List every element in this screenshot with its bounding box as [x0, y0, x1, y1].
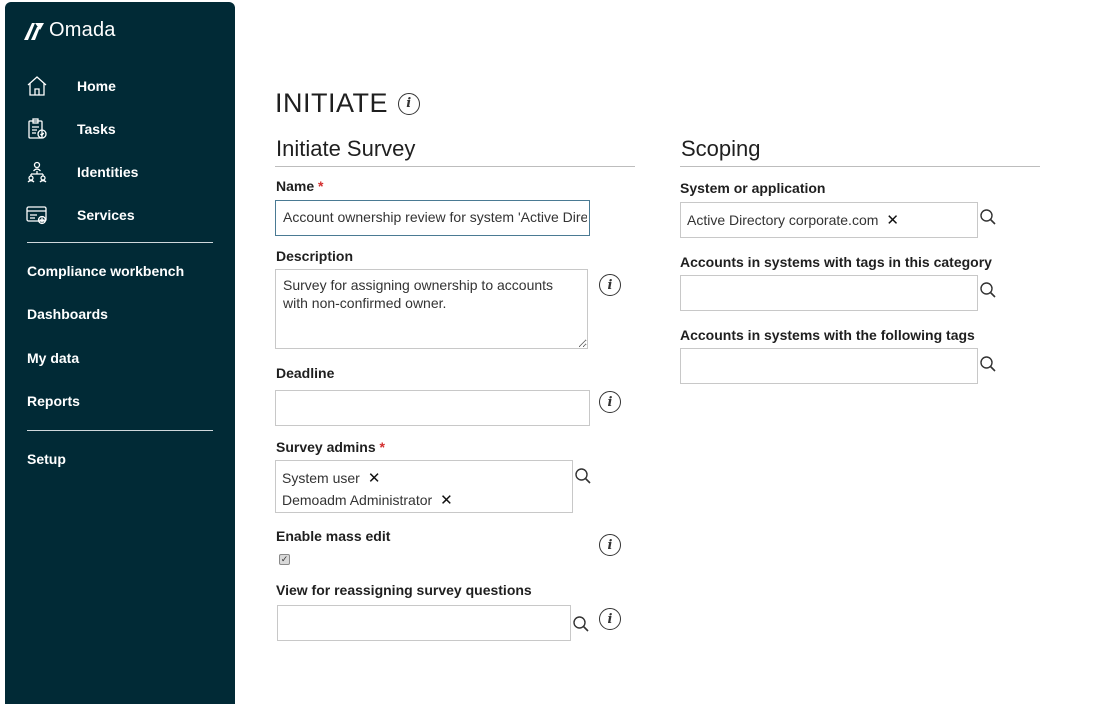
- sidebar-item-home[interactable]: Home: [25, 74, 116, 98]
- required-marker: *: [379, 439, 385, 455]
- sidebar-item-label: Services: [77, 207, 135, 223]
- sidebar-item-services[interactable]: Services: [25, 203, 135, 227]
- admin-tag: Demoadm Administrator ✕: [282, 491, 453, 509]
- mass-edit-checkbox[interactable]: ✓: [279, 554, 290, 565]
- sidebar-divider: [27, 242, 213, 243]
- search-icon[interactable]: [572, 615, 590, 633]
- logo-text: Omada: [49, 19, 116, 41]
- info-icon[interactable]: i: [599, 391, 621, 413]
- sidebar-link-dashboards[interactable]: Dashboards: [27, 306, 108, 322]
- info-icon[interactable]: i: [599, 534, 621, 556]
- following-tags-label: Accounts in systems with the following t…: [680, 327, 975, 343]
- sidebar-link-my-data[interactable]: My data: [27, 350, 79, 366]
- description-textarea[interactable]: Survey for assigning ownership to accoun…: [275, 269, 588, 349]
- remove-tag-icon[interactable]: ✕: [886, 211, 899, 229]
- required-marker: *: [318, 178, 324, 194]
- sidebar-item-label: Tasks: [77, 121, 116, 137]
- remove-tag-icon[interactable]: ✕: [368, 469, 381, 487]
- sidebar-item-tasks[interactable]: Tasks: [25, 117, 116, 141]
- page-title: INITIATE i: [275, 88, 421, 119]
- admin-tag-label: Demoadm Administrator: [282, 492, 433, 508]
- search-icon[interactable]: [574, 467, 592, 485]
- scoping-heading: Scoping: [681, 136, 761, 161]
- name-input[interactable]: Account ownership review for system 'Act…: [275, 200, 590, 236]
- sidebar-link-reports[interactable]: Reports: [27, 393, 80, 409]
- survey-admins-label-text: Survey admins: [276, 439, 376, 455]
- section-divider: [680, 166, 1040, 167]
- survey-admins-label: Survey admins *: [276, 439, 385, 455]
- search-icon[interactable]: [979, 208, 997, 226]
- description-label: Description: [276, 248, 354, 264]
- tags-category-label: Accounts in systems with tags in this ca…: [680, 254, 992, 270]
- system-tag: Active Directory corporate.com ✕: [687, 211, 899, 229]
- remove-tag-icon[interactable]: ✕: [440, 491, 453, 509]
- page-title-text: INITIATE: [275, 88, 389, 118]
- admin-tag-label: System user: [282, 470, 360, 486]
- name-label: Name *: [276, 178, 323, 194]
- sidebar-link-compliance-workbench[interactable]: Compliance workbench: [27, 263, 184, 279]
- view-reassign-label: View for reassigning survey questions: [276, 582, 532, 598]
- home-icon: [25, 74, 49, 98]
- omada-logo-icon: [24, 22, 44, 40]
- system-application-field[interactable]: Active Directory corporate.com ✕: [680, 202, 978, 238]
- search-icon[interactable]: [979, 281, 997, 299]
- sidebar-item-identities[interactable]: Identities: [25, 160, 138, 184]
- services-icon: [25, 203, 49, 227]
- system-tag-label: Active Directory corporate.com: [687, 212, 879, 228]
- sidebar-item-label: Home: [77, 78, 116, 94]
- admin-tag: System user ✕: [282, 469, 380, 487]
- mass-edit-label: Enable mass edit: [276, 528, 391, 544]
- clipboard-icon: [25, 117, 49, 141]
- deadline-label: Deadline: [276, 365, 335, 381]
- sidebar-item-label: Identities: [77, 164, 139, 180]
- search-icon[interactable]: [979, 355, 997, 373]
- info-icon[interactable]: i: [398, 92, 421, 115]
- tags-category-input[interactable]: [680, 275, 978, 311]
- name-label-text: Name: [276, 178, 315, 194]
- view-reassign-input[interactable]: [277, 605, 571, 641]
- name-input-value: Account ownership review for system 'Act…: [283, 209, 587, 225]
- following-tags-input[interactable]: [680, 348, 978, 384]
- initiate-survey-heading: Initiate Survey: [276, 136, 416, 161]
- info-icon[interactable]: i: [599, 274, 621, 296]
- survey-admins-field[interactable]: System user ✕ Demoadm Administrator ✕: [275, 460, 573, 513]
- sidebar: Omada Home Tasks Identities Services Com…: [5, 2, 235, 704]
- sidebar-divider: [27, 430, 213, 431]
- sidebar-link-setup[interactable]: Setup: [27, 451, 66, 467]
- deadline-input[interactable]: [275, 390, 590, 426]
- info-icon[interactable]: i: [599, 608, 621, 630]
- omada-logo[interactable]: Omada: [23, 19, 116, 42]
- org-chart-icon: [25, 160, 49, 184]
- section-divider: [275, 166, 635, 167]
- system-application-label: System or application: [680, 180, 826, 196]
